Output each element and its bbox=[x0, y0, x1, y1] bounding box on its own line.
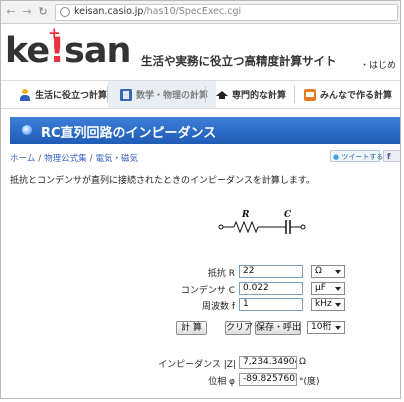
frequency-unit-select[interactable]: kHz bbox=[311, 298, 345, 311]
resistance-label: 抵抗 R bbox=[207, 269, 235, 279]
breadcrumb-physics-formulas[interactable]: 物理公式集 bbox=[44, 154, 87, 164]
reload-icon[interactable]: ↻ bbox=[37, 6, 49, 18]
category-tabs: 生活に役立つ計算 数学・物理の計算 専門的な計算 みんなで作る計算 bbox=[1, 80, 400, 109]
graduation-cap-icon bbox=[216, 89, 228, 101]
share-icon bbox=[304, 88, 316, 101]
tab-daily-life[interactable]: 生活に役立つ計算 bbox=[19, 81, 107, 108]
back-arrow-icon[interactable]: ← bbox=[5, 6, 17, 18]
globe-icon bbox=[60, 7, 70, 17]
impedance-label: インピーダンス |Z| bbox=[158, 360, 236, 370]
facebook-button[interactable]: f bbox=[383, 150, 400, 162]
resistor-symbol bbox=[233, 220, 259, 234]
frequency-input[interactable]: 1 bbox=[239, 298, 303, 311]
calculate-button[interactable]: 計 算 bbox=[176, 321, 207, 335]
url-text: keisan.casio.jp/has10/SpecExec.cgi bbox=[74, 6, 242, 17]
beginners-link[interactable]: ・はじめ bbox=[360, 58, 396, 71]
page-title-bar: RC直列回路のインピーダンス bbox=[10, 117, 400, 144]
save-recall-button[interactable]: 保存・呼出 bbox=[255, 321, 301, 335]
phase-unit: °(度) bbox=[299, 377, 320, 387]
terminal-left bbox=[218, 224, 224, 230]
forward-arrow-icon[interactable]: → bbox=[21, 6, 33, 18]
site-tagline: 生活や実務に役立つ高精度計算サイト bbox=[141, 54, 337, 68]
tab-divider bbox=[205, 86, 206, 103]
resistance-unit-select[interactable]: Ω bbox=[311, 265, 345, 278]
dropdown-arrow-icon bbox=[335, 287, 341, 291]
clear-button[interactable]: クリア bbox=[225, 321, 253, 335]
site-logo[interactable]: ke!san bbox=[5, 31, 131, 71]
breadcrumb: ホーム / 物理公式集 / 電気・磁気 bbox=[10, 154, 139, 164]
resistor-label: R bbox=[241, 210, 250, 220]
tab-divider bbox=[294, 86, 295, 103]
terminal-right bbox=[300, 224, 306, 230]
address-bar[interactable]: keisan.casio.jp/has10/SpecExec.cgi bbox=[55, 4, 398, 21]
dropdown-arrow-icon bbox=[335, 326, 341, 330]
browser-window: ← → ↻ keisan.casio.jp/has10/SpecExec.cgi… bbox=[0, 0, 401, 399]
tab-math-physics[interactable]: 数学・物理の計算 bbox=[108, 81, 217, 108]
capacitor-label: C bbox=[284, 210, 292, 220]
dropdown-arrow-icon bbox=[335, 270, 341, 274]
capacitance-input[interactable]: 0.022 bbox=[239, 282, 303, 295]
page-description: 抵抗とコンデンサが直列に接続されたときのインピーダンスを計算します。 bbox=[10, 176, 315, 186]
phase-label: 位相 φ bbox=[208, 377, 235, 387]
tab-professional[interactable]: 専門的な計算 bbox=[216, 81, 286, 108]
page-title: RC直列回路のインピーダンス bbox=[41, 126, 217, 141]
person-icon bbox=[19, 88, 31, 101]
phase-result: -89.82576054 bbox=[239, 373, 297, 386]
tweet-button[interactable]: ● ツイートする bbox=[330, 150, 383, 162]
capacitance-label: コンデンサ C bbox=[180, 286, 235, 296]
frequency-label: 周波数 f bbox=[201, 302, 235, 312]
tab-community[interactable]: みんなで作る計算 bbox=[304, 81, 392, 108]
dropdown-arrow-icon bbox=[335, 303, 341, 307]
breadcrumb-electromagnetism[interactable]: 電気・磁気 bbox=[96, 154, 139, 164]
logo-plus-mark: + bbox=[48, 24, 61, 42]
rc-circuit-diagram: R C bbox=[218, 210, 306, 234]
impedance-result: 7,234.349047 bbox=[239, 356, 297, 369]
resistance-input[interactable]: 22 bbox=[239, 265, 303, 278]
book-icon bbox=[120, 88, 132, 101]
breadcrumb-home[interactable]: ホーム bbox=[10, 154, 35, 164]
sphere-icon bbox=[22, 125, 32, 135]
twitter-bird-icon: ● bbox=[333, 153, 340, 161]
browser-toolbar: ← → ↻ keisan.casio.jp/has10/SpecExec.cgi bbox=[1, 1, 400, 24]
digits-select[interactable]: 10桁 bbox=[307, 321, 345, 334]
capacitance-unit-select[interactable]: μF bbox=[311, 282, 345, 295]
impedance-unit: Ω bbox=[299, 357, 306, 367]
